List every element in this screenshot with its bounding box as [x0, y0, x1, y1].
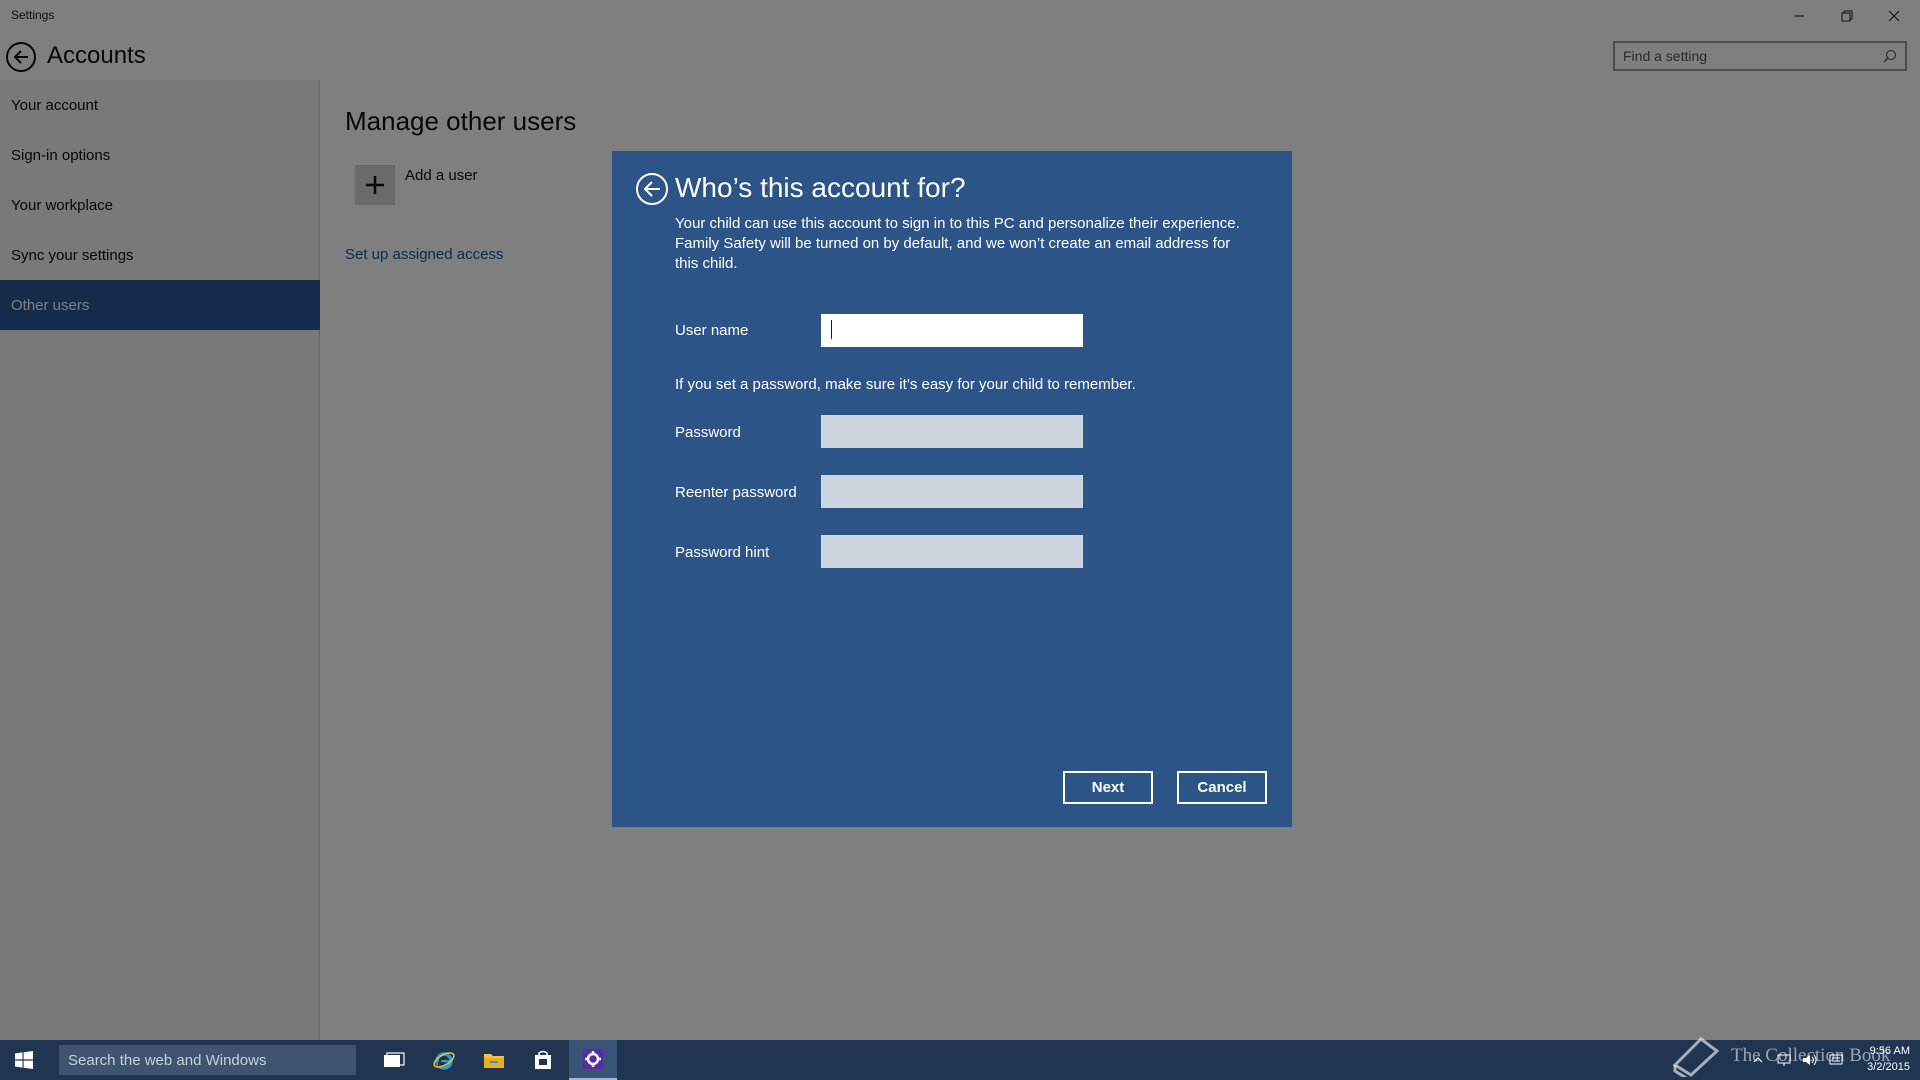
task-view-icon — [384, 1052, 405, 1067]
back-arrow-icon — [643, 181, 660, 197]
next-button[interactable]: Next — [1063, 771, 1153, 804]
internet-explorer-icon — [433, 1052, 455, 1070]
store-button[interactable] — [519, 1040, 567, 1080]
dialog-title: Who’s this account for? — [675, 172, 966, 203]
book-logo-icon — [1672, 1037, 1720, 1077]
taskbar-search-input[interactable] — [68, 1051, 348, 1069]
folder-icon — [484, 1054, 504, 1068]
reenter-password-field[interactable] — [821, 475, 1083, 508]
settings-taskbar-button[interactable] — [569, 1040, 617, 1080]
gear-icon — [583, 1049, 603, 1069]
password-label: Password — [675, 424, 741, 441]
system-tray — [1745, 1040, 1849, 1080]
password-note: If you set a password, make sure it’s ea… — [675, 376, 1136, 393]
dialog-description: Your child can use this account to sign … — [675, 215, 1240, 272]
cancel-button[interactable]: Cancel — [1177, 771, 1267, 804]
password-hint-field[interactable] — [821, 535, 1083, 568]
internet-explorer-button[interactable] — [420, 1040, 468, 1080]
store-bag-icon — [535, 1050, 551, 1069]
volume-icon[interactable] — [1797, 1040, 1823, 1080]
clock-date: 3/2/2015 — [1867, 1061, 1910, 1073]
username-label: User name — [675, 322, 749, 339]
reenter-password-label: Reenter password — [675, 484, 797, 501]
taskbar-clock[interactable]: 9:56 AM 3/2/2015 — [1848, 1043, 1910, 1075]
network-icon[interactable] — [1771, 1040, 1797, 1080]
password-hint-label: Password hint — [675, 544, 770, 561]
dialog-back-button[interactable] — [636, 173, 668, 205]
password-field[interactable] — [821, 415, 1083, 448]
start-button[interactable] — [0, 1040, 48, 1080]
username-field[interactable] — [821, 314, 1083, 347]
clock-time: 9:56 AM — [1869, 1045, 1910, 1057]
text-cursor — [831, 320, 832, 339]
action-center-icon[interactable] — [1823, 1040, 1849, 1080]
chevron-up-icon[interactable] — [1745, 1040, 1771, 1080]
taskbar-search[interactable] — [59, 1045, 356, 1075]
taskbar — [0, 1040, 1920, 1080]
create-account-dialog: Who’s this account for? Your child can u… — [612, 151, 1292, 827]
task-view-button[interactable] — [370, 1040, 418, 1080]
file-explorer-button[interactable] — [470, 1040, 518, 1080]
windows-logo-icon — [15, 1051, 33, 1069]
